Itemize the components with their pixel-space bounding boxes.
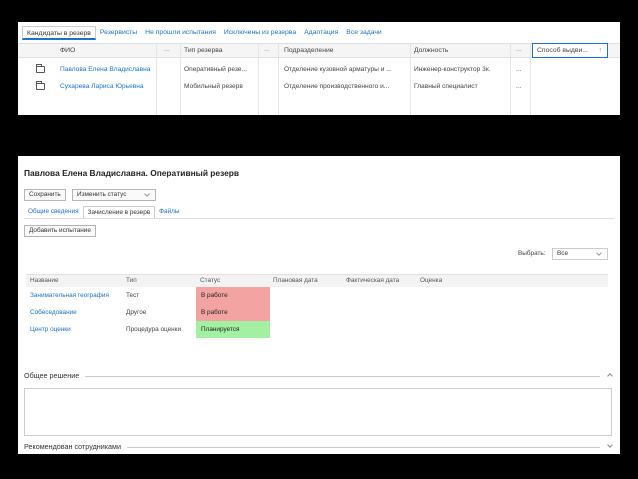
filter-select[interactable]: Все bbox=[552, 248, 608, 260]
column-header-status[interactable]: Статус bbox=[200, 275, 220, 287]
decision-textarea[interactable] bbox=[24, 388, 612, 436]
table-row[interactable]: Павлова Елена Владиславна Оперативный ре… bbox=[18, 61, 620, 78]
reserve-type: Мобильный резерв bbox=[184, 83, 243, 90]
top-tabs: Кандидаты в резерв Резервисты Не прошли … bbox=[22, 26, 386, 40]
column-header-planned-date[interactable]: Плановая дата bbox=[273, 275, 318, 287]
section-divider bbox=[24, 376, 600, 377]
decision-section-label: Общее решение bbox=[24, 371, 86, 381]
folder-icon[interactable] bbox=[36, 81, 45, 90]
test-type: Процедура оценки bbox=[126, 326, 182, 333]
candidate-detail-panel: Павлова Елена Владиславна. Оперативный р… bbox=[18, 156, 620, 454]
position: Инженер-конструктор 3к. bbox=[414, 66, 491, 73]
chevron-down-icon bbox=[144, 191, 150, 197]
tabs-divider bbox=[24, 218, 614, 219]
filter-select-value: Все bbox=[557, 250, 569, 257]
status-badge: Планируется bbox=[196, 321, 270, 338]
column-menu-icon[interactable]: ... bbox=[164, 44, 170, 58]
column-menu-icon[interactable]: ... bbox=[264, 44, 270, 58]
test-name-link[interactable]: Центр оценки bbox=[30, 321, 71, 338]
column-header-name[interactable]: Название bbox=[30, 275, 59, 287]
status-badge: В работе bbox=[196, 287, 270, 304]
table-row[interactable]: Собеседование Другое В работе bbox=[26, 304, 608, 321]
tests-table-header: Название Тип Статус Плановая дата Фактич… bbox=[26, 274, 608, 287]
tab-candidates[interactable]: Кандидаты в резерв bbox=[22, 26, 96, 40]
test-name-link[interactable]: Занимательная география bbox=[30, 287, 109, 304]
division: Отделение кузовной арматуры и ... bbox=[284, 66, 392, 73]
table-row[interactable]: Сухарева Лариса Юрьевна Мобильный резерв… bbox=[18, 78, 620, 95]
tab-all-tasks[interactable]: Все задачи bbox=[342, 26, 385, 40]
column-header-sort-label: Способ выдви... bbox=[537, 47, 588, 54]
column-menu-icon[interactable]: ... bbox=[516, 44, 522, 58]
status-badge: В работе bbox=[196, 304, 270, 321]
table-row[interactable]: Центр оценки Процедура оценки Планируетс… bbox=[26, 321, 608, 338]
column-header-position[interactable]: Должность bbox=[414, 44, 448, 58]
recommended-section-header[interactable]: Рекомендован сотрудниками bbox=[24, 442, 614, 452]
page-title: Павлова Елена Владиславна. Оперативный р… bbox=[24, 168, 240, 178]
filter-label: Выбрать: bbox=[518, 250, 546, 257]
column-header-sort[interactable]: Способ выдви... ↑ bbox=[532, 43, 608, 58]
candidate-name-link[interactable]: Сухарева Лариса Юрьевна bbox=[60, 78, 154, 95]
recommended-section-label: Рекомендован сотрудниками bbox=[24, 442, 128, 452]
change-status-dropdown[interactable]: Изменить статус bbox=[72, 189, 156, 201]
decision-section-header[interactable]: Общее решение bbox=[24, 371, 614, 381]
division: Отделение производственного и... bbox=[284, 83, 390, 90]
column-header-type[interactable]: Тип резерва bbox=[184, 44, 223, 58]
candidate-name-link[interactable]: Павлова Елена Владиславна bbox=[60, 61, 154, 78]
chevron-up-icon[interactable] bbox=[607, 373, 613, 379]
column-header-fio[interactable]: ФИО bbox=[60, 44, 75, 58]
tab-reservists[interactable]: Резервисты bbox=[96, 26, 141, 40]
column-header-division[interactable]: Подразделение bbox=[284, 44, 334, 58]
row-more-icon[interactable]: ... bbox=[516, 61, 522, 78]
chevron-down-icon bbox=[596, 250, 602, 256]
candidates-panel: Кандидаты в резерв Резервисты Не прошли … bbox=[18, 22, 620, 115]
tab-adaptation[interactable]: Адаптация bbox=[300, 26, 342, 40]
folder-icon[interactable] bbox=[36, 64, 45, 73]
test-type: Тест bbox=[126, 292, 140, 299]
column-header-actual-date[interactable]: Фактическая дата bbox=[346, 275, 399, 287]
row-more-icon[interactable]: ... bbox=[516, 78, 522, 95]
reserve-type: Оперативный резе... bbox=[184, 66, 247, 73]
column-header-score[interactable]: Оценка bbox=[420, 275, 442, 287]
tab-excluded[interactable]: Исключены из резерва bbox=[220, 26, 300, 40]
tab-failed-tests[interactable]: Не прошли испытания bbox=[141, 26, 220, 40]
add-test-button[interactable]: Добавить испытание bbox=[24, 225, 96, 237]
column-header-type[interactable]: Тип bbox=[126, 275, 137, 287]
table-row[interactable]: Занимательная география Тест В работе bbox=[26, 287, 608, 304]
test-type: Другое bbox=[126, 309, 147, 316]
save-button[interactable]: Сохранить bbox=[24, 189, 66, 201]
change-status-label: Изменить статус bbox=[77, 191, 127, 198]
chevron-down-icon[interactable] bbox=[607, 442, 613, 448]
test-name-link[interactable]: Собеседование bbox=[30, 304, 77, 321]
position: Главный специалист bbox=[414, 83, 478, 90]
sort-up-arrow-icon[interactable]: ↑ bbox=[599, 44, 603, 57]
